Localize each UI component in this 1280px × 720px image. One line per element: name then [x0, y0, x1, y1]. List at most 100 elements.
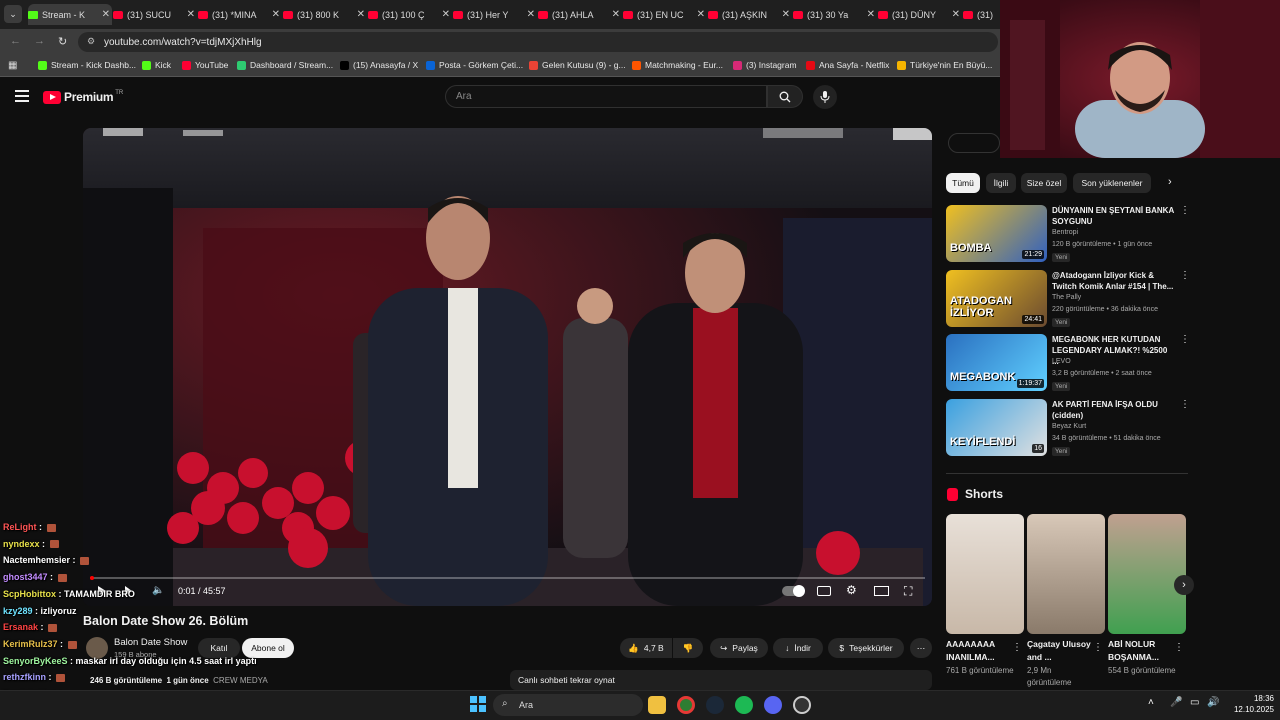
browser-tab[interactable]: (31) Her Y ✕	[453, 4, 537, 25]
browser-tab[interactable]: (31) 800 K ✕	[283, 4, 367, 25]
browser-tab[interactable]: (31) *MINA ✕	[198, 4, 282, 25]
site-info-icon[interactable]: ⚙	[87, 36, 95, 47]
search-button[interactable]	[767, 85, 803, 108]
channel-name[interactable]: LEVO	[1052, 358, 1071, 365]
more-options-icon[interactable]: ⋮	[1180, 205, 1190, 216]
video-thumbnail[interactable]: BOMBA 21:29	[946, 205, 1047, 262]
close-tab-icon[interactable]: ✕	[102, 9, 110, 20]
forward-icon[interactable]: →	[34, 35, 45, 47]
filter-chip[interactable]: Size özel	[1021, 173, 1067, 193]
close-tab-icon[interactable]: ✕	[867, 9, 875, 20]
more-options-icon[interactable]: ⋮	[1180, 334, 1190, 345]
close-tab-icon[interactable]: ✕	[442, 9, 450, 20]
tab-list-button[interactable]: ⌄	[4, 5, 22, 23]
video-player[interactable]	[83, 128, 932, 606]
browser-tab[interactable]: (31) DÜNY ✕	[878, 4, 962, 25]
short-thumbnail[interactable]	[1108, 514, 1186, 634]
shorts-next-button[interactable]: ›	[1174, 575, 1194, 595]
more-options-icon[interactable]: ⋮	[1180, 399, 1190, 410]
more-options-icon[interactable]: ⋮	[1093, 642, 1103, 653]
recommended-video[interactable]: ATADOGAN İZLİYOR 24:41 @Atadogann İzliyor …	[946, 269, 1190, 328]
browser-tab[interactable]: (31) SUCU ✕	[113, 4, 197, 25]
close-tab-icon[interactable]: ✕	[612, 9, 620, 20]
volume-tray-icon[interactable]: 🔊	[1207, 697, 1219, 708]
video-progress-handle[interactable]	[90, 576, 94, 580]
short-thumbnail[interactable]	[1027, 514, 1105, 634]
autoplay-toggle[interactable]	[782, 585, 805, 597]
filter-chip[interactable]: İlgili	[986, 173, 1016, 193]
bookmark-item[interactable]: Matchmaking - Eur...	[632, 60, 723, 70]
voice-search-button[interactable]	[813, 85, 837, 109]
fullscreen-icon[interactable]: ⛶	[904, 584, 912, 599]
live-chat-replay-button[interactable]: Canlı sohbeti tekrar oynat	[510, 670, 932, 690]
filter-chip[interactable]: Son yüklenenler	[1073, 173, 1151, 193]
video-title[interactable]: @Atadogann İzliyor Kick & Twitch Komik A…	[1052, 270, 1174, 292]
app-icon[interactable]	[764, 696, 782, 714]
video-title[interactable]: DÜNYANIN EN ŞEYTANİ BANKA SOYGUNU	[1052, 205, 1174, 227]
close-tab-icon[interactable]: ✕	[952, 9, 960, 20]
more-options-icon[interactable]: ⋮	[1180, 270, 1190, 281]
bookmark-item[interactable]: (3) Instagram	[733, 60, 797, 70]
dislike-button[interactable]: 👎	[673, 638, 703, 658]
windows-start-icon[interactable]	[470, 696, 486, 712]
short-title[interactable]: Çagatay Ulusoy and ...	[1027, 638, 1093, 664]
recommended-video[interactable]: KEYİFLENDİ 16 AK PARTİ FENA İFŞA OLDU (cid…	[946, 398, 1190, 457]
more-actions-button[interactable]: ⋯	[910, 638, 932, 658]
thanks-button[interactable]: $ Teşekkürler	[828, 638, 904, 658]
recommended-video[interactable]: BOMBA 21:29 DÜNYANIN EN ŞEYTANİ BANKA SOYG…	[946, 205, 1190, 263]
close-tab-icon[interactable]: ✕	[782, 9, 790, 20]
back-icon[interactable]: ←	[10, 35, 21, 47]
channel-name[interactable]: Balon Date Show	[114, 637, 187, 648]
steam-icon[interactable]	[706, 696, 724, 714]
bookmark-item[interactable]: Posta - Görkem Çeti...	[426, 60, 523, 70]
browser-tab[interactable]: Stream - K ✕	[28, 4, 112, 25]
video-thumbnail[interactable]: MEGABONK 1:19:37	[946, 334, 1047, 391]
recommended-video[interactable]: MEGABONK 1:19:37 MEGABONK HER KUTUDAN LEGE…	[946, 334, 1190, 392]
tray-chevron-icon[interactable]: ˄	[1148, 697, 1154, 708]
chips-next-icon[interactable]: ›	[1168, 176, 1172, 188]
taskbar-search[interactable]: ⌕ Ara	[493, 694, 643, 716]
bookmark-item[interactable]: Dashboard / Stream...	[237, 60, 333, 70]
theater-mode-icon[interactable]	[874, 586, 889, 596]
download-button[interactable]: ↓ İndir	[773, 638, 823, 658]
search-input[interactable]: Ara	[445, 85, 767, 108]
video-title[interactable]: AK PARTİ FENA İFŞA OLDU (cidden)	[1052, 399, 1174, 421]
more-options-icon[interactable]: ⋮	[1012, 642, 1022, 653]
settings-icon[interactable]: ⚙	[846, 583, 857, 597]
browser-tab[interactable]: (31) 30 Ya ✕	[793, 4, 877, 25]
browser-tab[interactable]: (31) AŞKIN ✕	[708, 4, 792, 25]
obs-icon[interactable]	[793, 696, 811, 714]
close-tab-icon[interactable]: ✕	[272, 9, 280, 20]
url-field[interactable]: ⚙ youtube.com/watch?v=tdjMXjXhHlg	[78, 32, 998, 52]
bookmark-item[interactable]: Kick	[142, 60, 171, 70]
close-tab-icon[interactable]: ✕	[187, 9, 195, 20]
video-tag[interactable]: CREW MEDYA	[213, 676, 268, 685]
bookmark-item[interactable]: Ana Sayfa - Netflix	[806, 60, 889, 70]
spotify-icon[interactable]	[735, 696, 753, 714]
microphone-tray-icon[interactable]: 🎤	[1170, 697, 1182, 708]
channel-name[interactable]: Beyaz Kurt	[1052, 423, 1086, 430]
video-progress-bar[interactable]	[90, 577, 925, 579]
share-button[interactable]: ↪ Paylaş	[710, 638, 768, 658]
chrome-icon[interactable]	[677, 696, 695, 714]
close-tab-icon[interactable]: ✕	[357, 9, 365, 20]
like-button[interactable]: 👍 4,7 B	[620, 638, 672, 658]
channel-name[interactable]: Bentropi	[1052, 229, 1078, 236]
bookmark-item[interactable]: (15) Anasayfa / X	[340, 60, 418, 70]
browser-tab[interactable]: (31) EN UC ✕	[623, 4, 707, 25]
browser-tab[interactable]: (31) 100 Ç ✕	[368, 4, 452, 25]
close-tab-icon[interactable]: ✕	[697, 9, 705, 20]
more-options-icon[interactable]: ⋮	[1174, 642, 1184, 653]
reload-icon[interactable]: ↻	[58, 35, 67, 48]
close-tab-icon[interactable]: ✕	[527, 9, 535, 20]
filter-chip[interactable]: Tümü	[946, 173, 980, 193]
channel-name[interactable]: The Pally	[1052, 294, 1081, 301]
file-explorer-icon[interactable]	[648, 696, 666, 714]
apps-icon[interactable]: ▦	[8, 60, 17, 71]
bookmark-item[interactable]: YouTube	[182, 60, 228, 70]
short-title[interactable]: ABİ NOLUR BOŞANMA...	[1108, 638, 1174, 664]
system-clock[interactable]: 18:36 12.10.2025	[1222, 693, 1274, 715]
youtube-logo[interactable]: Premium TR	[43, 90, 123, 104]
short-title[interactable]: AAAAAAAA INANILMA...	[946, 638, 1012, 664]
short-thumbnail[interactable]	[946, 514, 1024, 634]
